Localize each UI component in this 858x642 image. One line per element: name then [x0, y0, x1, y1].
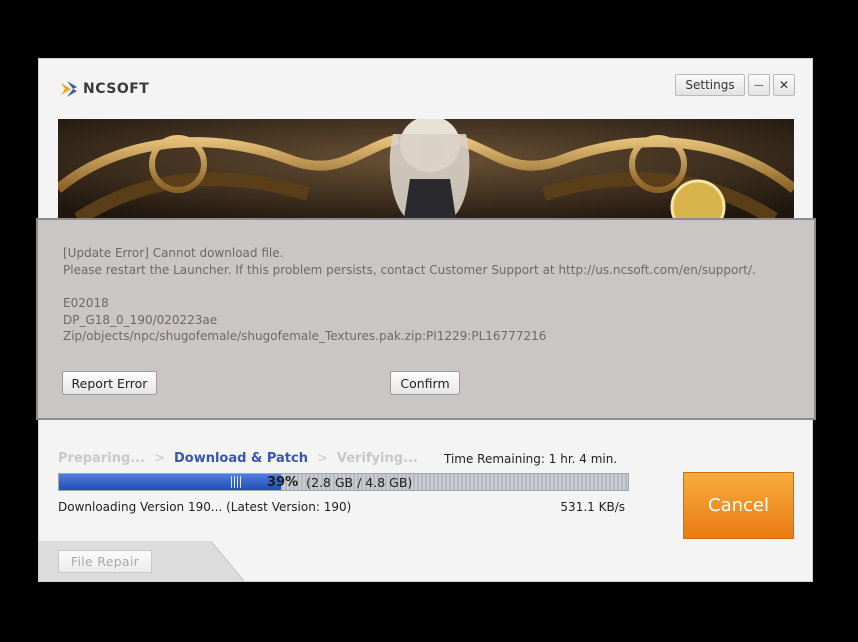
- step-separator: >: [154, 451, 165, 466]
- step-download-patch: Download & Patch: [173, 451, 308, 466]
- ncsoft-logo: NCSOFT: [59, 79, 149, 99]
- error-title: [Update Error] Cannot download file.: [63, 246, 284, 260]
- error-file-path: Zip/objects/npc/shugofemale/shugofemale_…: [63, 329, 547, 343]
- cancel-button[interactable]: Cancel: [683, 472, 794, 539]
- confirm-button[interactable]: Confirm: [390, 371, 460, 395]
- window-controls: Settings — ✕: [675, 74, 795, 96]
- step-verifying: Verifying...: [336, 451, 418, 466]
- progress-highlight: [230, 476, 243, 488]
- progress-percent: 39%: [267, 474, 299, 490]
- step-separator: >: [316, 451, 328, 466]
- error-message: Please restart the Launcher. If this pro…: [63, 263, 756, 277]
- close-icon: ✕: [778, 78, 790, 92]
- step-preparing: Preparing...: [58, 451, 146, 466]
- error-package: DP_G18_0_190/020223ae: [63, 313, 218, 327]
- report-error-button[interactable]: Report Error: [62, 371, 157, 395]
- ncsoft-logo-text: NCSOFT: [83, 81, 150, 97]
- error-dialog: [Update Error] Cannot download file. Ple…: [36, 218, 816, 420]
- error-code: E02018: [63, 296, 109, 310]
- footer-tab: [39, 541, 245, 581]
- time-remaining: Time Remaining: 1 hr. 4 min.: [444, 452, 618, 466]
- download-speed: 531.1 KB/s: [560, 500, 625, 514]
- file-repair-button[interactable]: File Repair: [58, 550, 152, 573]
- patch-steps: Preparing... > Download & Patch > Verify…: [58, 451, 418, 466]
- minimize-icon: —: [754, 79, 764, 91]
- download-progress-bar: 39% (2.8 GB / 4.8 GB): [58, 473, 629, 491]
- close-button[interactable]: ✕: [773, 74, 795, 96]
- minimize-button[interactable]: —: [748, 74, 770, 96]
- banner-artwork: [58, 119, 794, 219]
- ncsoft-logo-icon: [61, 81, 77, 97]
- progress-size: (2.8 GB / 4.8 GB): [306, 474, 413, 490]
- settings-button[interactable]: Settings: [675, 74, 745, 96]
- game-banner: [58, 119, 794, 219]
- progress-text: 39% (2.8 GB / 4.8 GB): [267, 474, 412, 490]
- download-status: Downloading Version 190... (Latest Versi…: [58, 500, 352, 514]
- progress-fill: [59, 474, 281, 490]
